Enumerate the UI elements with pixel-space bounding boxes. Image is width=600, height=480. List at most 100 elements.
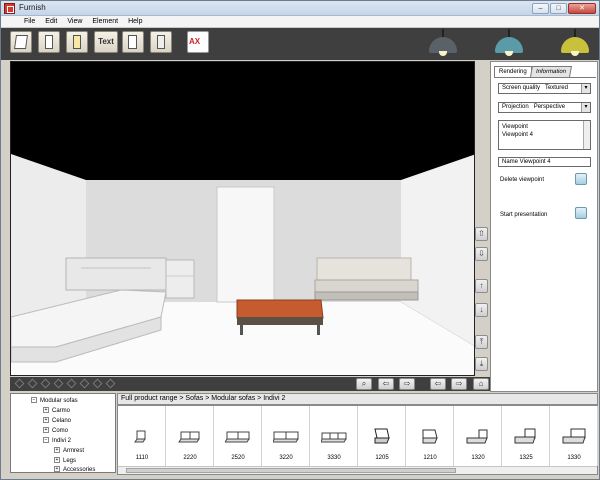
expand-icon[interactable]: + xyxy=(43,407,49,414)
panel-tabs: Rendering Information xyxy=(494,66,572,77)
chevron-down-icon[interactable]: ▾ xyxy=(581,84,590,93)
tilt-down-button[interactable]: ⇩ xyxy=(475,247,488,261)
menu-view[interactable]: View xyxy=(62,16,87,27)
nav-dot-icon xyxy=(53,378,64,389)
product-tile[interactable]: 1330 xyxy=(550,406,598,466)
search-icon[interactable]: ⌕ xyxy=(356,378,372,390)
draw-room-button[interactable] xyxy=(10,31,32,53)
screen-quality-label: Screen quality xyxy=(502,85,541,91)
menu-edit[interactable]: Edit xyxy=(40,16,62,27)
expand-icon[interactable]: + xyxy=(43,427,49,434)
viewport-controls: ⌕ ⇦ ⇨ ⇦ ⇨ ⌂ xyxy=(10,377,490,391)
move-up-button[interactable]: ↑ xyxy=(475,279,488,293)
product-tree: − Modular sofas + Carmo + Celano + Como − Ind… xyxy=(10,393,116,473)
menu-help[interactable]: Help xyxy=(123,16,147,27)
tree-item-label: Celano xyxy=(52,418,72,424)
list-item[interactable]: Viewpoint xyxy=(502,123,587,131)
chaise-module-icon xyxy=(562,428,586,444)
window-element-button[interactable] xyxy=(66,31,88,53)
screen-quality-select[interactable]: Screen quality Textured ▾ xyxy=(498,83,591,94)
home-icon[interactable]: ⌂ xyxy=(473,378,489,390)
product-tile[interactable]: 1205 xyxy=(358,406,406,466)
product-tile[interactable]: 1320 xyxy=(454,406,502,466)
trash-icon[interactable] xyxy=(575,173,587,185)
expand-icon[interactable]: + xyxy=(54,457,60,464)
expand-icon[interactable]: + xyxy=(43,417,49,424)
tree-item-label: Armrest xyxy=(63,448,84,454)
product-tile[interactable]: 1210 xyxy=(406,406,454,466)
nav-dot-icon xyxy=(79,378,90,389)
app-icon xyxy=(4,3,15,14)
move-down-button[interactable]: ↓ xyxy=(475,303,488,317)
door-button[interactable] xyxy=(38,31,60,53)
tree-item-armrest[interactable]: + Armrest xyxy=(54,447,84,455)
wall-button[interactable] xyxy=(122,31,144,53)
product-code: 1320 xyxy=(471,455,485,461)
breadcrumb: Full product range > Sofas > Modular sof… xyxy=(117,393,598,405)
scrollbar-thumb[interactable] xyxy=(126,468,456,473)
start-presentation-label[interactable]: Start presentation xyxy=(500,212,547,218)
product-tile[interactable]: 3220 xyxy=(262,406,310,466)
title-bar: Furnish – □ ✕ xyxy=(1,1,599,16)
list-scrollbar[interactable] xyxy=(583,121,590,149)
viewpoint-name-field[interactable]: Name Viewpoint 4 xyxy=(498,157,591,167)
menu-file[interactable]: File xyxy=(19,16,40,27)
armchair-module-icon xyxy=(422,429,438,444)
panel-icon xyxy=(157,35,165,49)
tab-information[interactable]: Information xyxy=(529,66,572,77)
screen-quality-value: Textured xyxy=(544,85,568,91)
tree-item-legs[interactable]: + Legs xyxy=(54,457,76,465)
product-tile[interactable]: 2220 xyxy=(166,406,214,466)
chevron-down-icon[interactable]: ▾ xyxy=(581,103,590,112)
nav-dot-icon xyxy=(40,378,51,389)
zoom-in-button[interactable]: ⤒ xyxy=(475,335,488,349)
product-tile[interactable]: 2520 xyxy=(214,406,262,466)
tree-item-carmo[interactable]: + Carmo xyxy=(43,407,70,415)
maximize-button[interactable]: □ xyxy=(550,3,567,14)
list-item[interactable]: Viewpoint 4 xyxy=(502,131,587,139)
chaise-module-icon xyxy=(514,428,536,444)
product-code: 1210 xyxy=(423,455,437,461)
menu-element[interactable]: Element xyxy=(87,16,123,27)
collapse-icon[interactable]: − xyxy=(31,397,37,404)
tree-item-como[interactable]: + Como xyxy=(43,427,68,435)
tab-rendering[interactable]: Rendering xyxy=(494,66,532,77)
product-scrollbar[interactable] xyxy=(118,466,597,474)
sofa-module-icon xyxy=(321,432,347,443)
element-button[interactable] xyxy=(150,31,172,53)
projection-select[interactable]: Projection Perspective ▾ xyxy=(498,102,591,113)
tilt-up-button[interactable]: ⇧ xyxy=(475,227,488,241)
expand-icon[interactable]: + xyxy=(54,447,60,454)
play-icon[interactable] xyxy=(575,207,587,219)
tree-item-modular-sofas[interactable]: − Modular sofas xyxy=(31,397,78,405)
nav-dot-icon xyxy=(66,378,77,389)
lamp-icon xyxy=(557,29,593,57)
rotate-left-button[interactable]: ⇦ xyxy=(378,378,394,390)
nav-dot-icon xyxy=(14,378,25,389)
product-tile[interactable]: 1325 xyxy=(502,406,550,466)
tree-item-celano[interactable]: + Celano xyxy=(43,417,71,425)
pan-right-button[interactable]: ⇨ xyxy=(451,378,467,390)
product-tile[interactable]: 3330 xyxy=(310,406,358,466)
minimize-button[interactable]: – xyxy=(532,3,549,14)
viewpoint-list[interactable]: Viewpoint Viewpoint 4 xyxy=(498,120,591,150)
collapse-icon[interactable]: − xyxy=(43,437,49,444)
camera-nav-strip: ⇧ ⇩ ↑ ↓ ⤒ ⤓ xyxy=(475,227,489,377)
delete-viewpoint-label[interactable]: Delete viewpoint xyxy=(500,177,544,183)
tree-item-label: Legs xyxy=(63,458,77,464)
3d-viewport[interactable] xyxy=(10,61,475,376)
product-tile[interactable]: 1110 xyxy=(118,406,166,466)
window-title: Furnish xyxy=(19,3,46,12)
room-render xyxy=(11,154,474,375)
expand-icon[interactable]: + xyxy=(54,466,60,472)
close-button[interactable]: ✕ xyxy=(568,3,596,14)
tree-item-accessories[interactable]: + Accessories xyxy=(54,466,95,472)
rotate-right-button[interactable]: ⇨ xyxy=(399,378,415,390)
product-code: 1330 xyxy=(567,455,581,461)
zoom-out-button[interactable]: ⤓ xyxy=(475,357,488,371)
product-strip: 1110 2220 2520 3220 3330 1205 1210 1320 xyxy=(117,405,598,475)
text-button[interactable]: Text xyxy=(94,31,118,53)
tree-item-indivi-2[interactable]: − Indivi 2 xyxy=(43,437,71,445)
ax-export-button[interactable]: AX xyxy=(187,31,209,53)
pan-left-button[interactable]: ⇦ xyxy=(430,378,446,390)
